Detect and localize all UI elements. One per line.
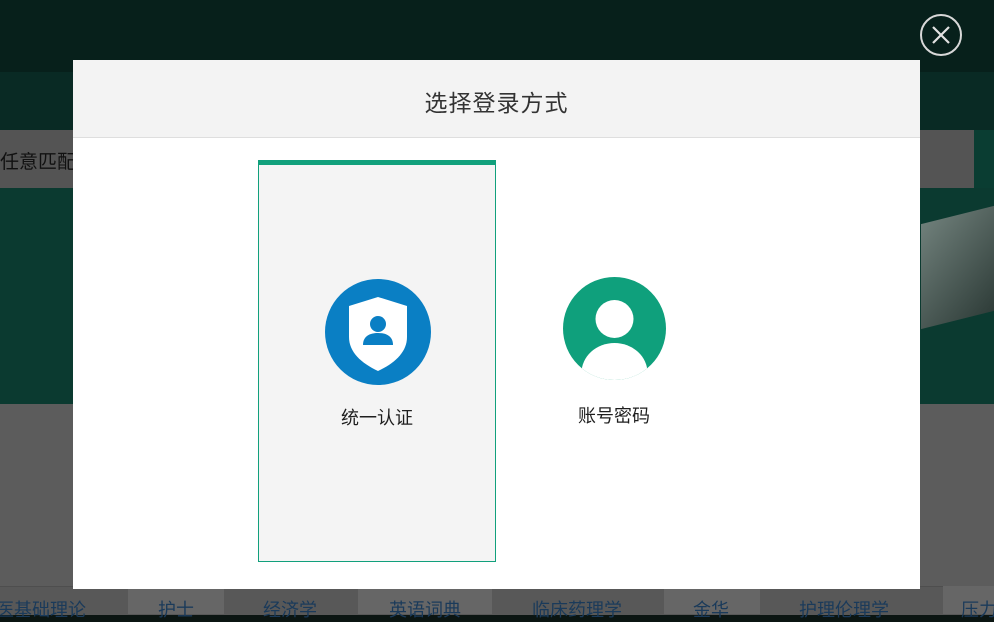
option-account-password[interactable]: 账号密码: [496, 160, 732, 556]
option-label: 账号密码: [578, 406, 650, 427]
close-icon: [932, 26, 950, 44]
background-tab: 护理伦理学: [799, 600, 889, 621]
shield-user-icon: [325, 279, 431, 385]
background-tab: 经济学: [263, 600, 317, 621]
background-tab: 医基础理论: [0, 600, 86, 621]
close-button[interactable]: [920, 14, 962, 56]
option-label: 统一认证: [341, 408, 413, 429]
background-tab: 金华: [693, 600, 729, 621]
background-tab: 临床药理学: [532, 600, 622, 621]
dialog-title: 选择登录方式: [424, 91, 569, 117]
background-search-text: 任意匹配: [0, 151, 77, 173]
background-banner-image: [921, 205, 994, 330]
dialog-header: 选择登录方式: [73, 60, 920, 138]
user-avatar-icon: [563, 277, 666, 380]
background-tab: 护士: [158, 600, 194, 621]
background-tab: 英语词典: [389, 600, 461, 621]
option-unified-auth[interactable]: 统一认证: [258, 160, 496, 562]
background-tab: 压力: [961, 600, 994, 621]
login-method-dialog: 选择登录方式 统一认证 账号密码: [73, 60, 920, 589]
background-search-button: [974, 130, 994, 188]
